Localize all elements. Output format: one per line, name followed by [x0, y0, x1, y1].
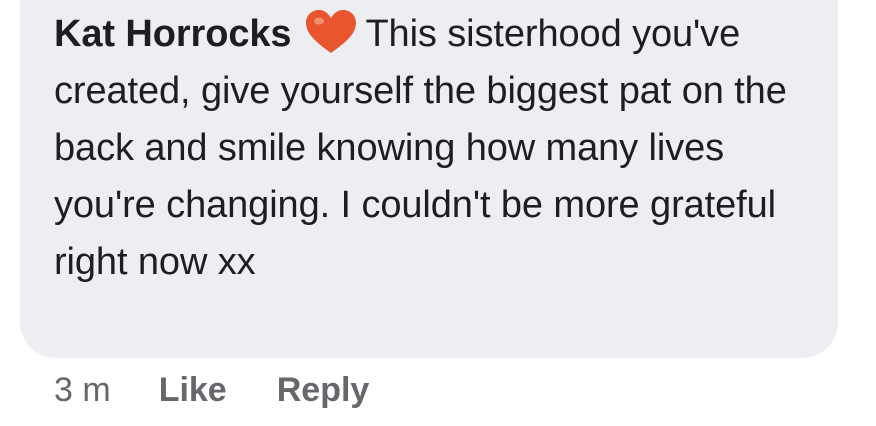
comment-timestamp: 3 m — [54, 370, 111, 409]
comment-body: Kat Horrocks This sisterhood you've crea… — [54, 6, 824, 291]
heart-emoji-icon — [305, 10, 357, 54]
reply-button[interactable]: Reply — [277, 371, 370, 410]
comment-actions: 3 m Like Reply — [54, 370, 419, 410]
comment-author[interactable]: Kat Horrocks — [54, 13, 292, 55]
like-button[interactable]: Like — [159, 371, 227, 410]
